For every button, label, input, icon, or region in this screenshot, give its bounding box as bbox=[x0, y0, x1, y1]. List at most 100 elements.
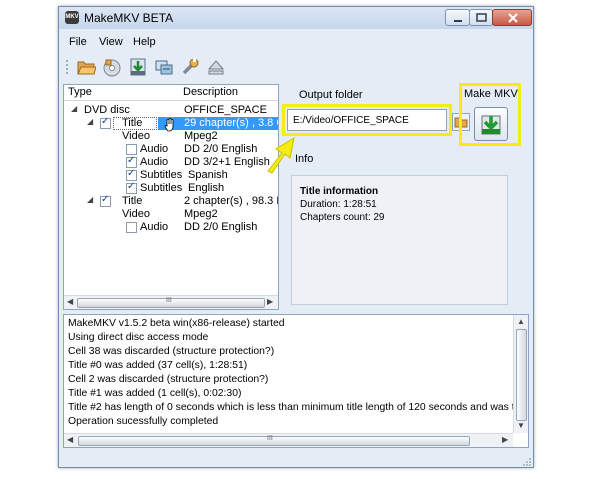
menu-help[interactable]: Help bbox=[133, 36, 156, 48]
preferences-button[interactable] bbox=[179, 56, 201, 78]
tree-type: Title bbox=[122, 195, 143, 207]
scroll-left-icon[interactable]: ◀ bbox=[67, 435, 73, 444]
window-title: MakeMKV BETA bbox=[84, 11, 174, 25]
log-line: Using direct disc access mode bbox=[68, 332, 209, 343]
tree-description: 29 chapter(s) , 3.8 GB bbox=[184, 117, 278, 129]
tree-horizontal-scrollbar[interactable]: ◀ III ▶ bbox=[64, 295, 278, 309]
log-line: Cell 2 was discarded (structure protecti… bbox=[68, 374, 269, 385]
scrollbar-thumb[interactable] bbox=[516, 329, 527, 421]
minimize-icon bbox=[454, 20, 462, 22]
info-heading: Title information bbox=[300, 186, 379, 197]
menu-view[interactable]: View bbox=[99, 36, 123, 48]
highlight-output-folder bbox=[282, 104, 452, 136]
tree-type: Audio bbox=[140, 221, 169, 233]
toolbar-grip-icon bbox=[66, 60, 68, 74]
track-checkbox[interactable] bbox=[126, 155, 137, 168]
tree-description: Mpeg2 bbox=[184, 208, 218, 220]
info-panel: Title information Duration: 1:28:51 Chap… bbox=[291, 175, 508, 305]
make-mkv-toolbar-button[interactable] bbox=[153, 56, 175, 78]
open-files-button[interactable] bbox=[75, 56, 97, 78]
open-disc-icon bbox=[103, 59, 121, 77]
tree-row[interactable]: Audio DD 3/2+1 English bbox=[64, 155, 278, 169]
log-horizontal-scrollbar[interactable]: ◀ III ▶ bbox=[64, 433, 513, 447]
tree-type: Video bbox=[122, 208, 150, 220]
tree-row[interactable]: Video Mpeg2 bbox=[64, 208, 278, 221]
expand-arrow-icon[interactable]: ◢ bbox=[87, 117, 93, 126]
column-header-description[interactable]: Description bbox=[183, 86, 238, 98]
tree-description: Spanish bbox=[188, 169, 228, 181]
log-panel[interactable]: MakeMKV v1.5.2 beta win(x86-release) sta… bbox=[63, 314, 529, 448]
column-header-type[interactable]: Type bbox=[68, 86, 92, 98]
menu-file[interactable]: File bbox=[69, 36, 87, 48]
tree-row[interactable]: Subtitles English bbox=[64, 181, 278, 195]
log-line: Operation sucessfully completed bbox=[68, 416, 219, 427]
tree-description: DD 2/0 English bbox=[184, 143, 258, 155]
backup-button[interactable] bbox=[127, 56, 149, 78]
close-button[interactable] bbox=[492, 9, 532, 26]
scrollbar-thumb[interactable]: III bbox=[78, 435, 470, 446]
makemkv-app-icon: MKV bbox=[65, 11, 79, 24]
tree-type: Title bbox=[122, 117, 143, 129]
preferences-icon bbox=[182, 58, 199, 75]
tree-type: DVD disc bbox=[84, 104, 130, 116]
title-checkbox[interactable] bbox=[100, 116, 111, 129]
tree-type: Subtitles bbox=[140, 182, 183, 194]
tree-row-selected[interactable]: ◢ Title 29 chapter(s) , 3.8 GB bbox=[64, 116, 278, 132]
highlight-make-mkv bbox=[459, 83, 521, 146]
disc-tree-panel[interactable]: Type Description ◢ DVD disc OFFICE_SPACE… bbox=[63, 84, 279, 310]
scrollbar-thumb[interactable]: III bbox=[77, 297, 265, 308]
expand-arrow-icon[interactable]: ◢ bbox=[87, 195, 93, 204]
tree-type: Video bbox=[122, 130, 150, 142]
info-duration: Duration: 1:28:51 bbox=[300, 199, 377, 210]
expand-arrow-icon[interactable]: ◢ bbox=[71, 104, 77, 113]
open-files-icon bbox=[77, 61, 96, 75]
track-checkbox[interactable] bbox=[126, 144, 137, 155]
eject-button[interactable] bbox=[205, 56, 227, 78]
tree-type: Subtitles bbox=[140, 169, 183, 181]
track-checkbox[interactable] bbox=[126, 222, 137, 233]
maximize-button[interactable] bbox=[469, 9, 493, 26]
scroll-right-icon[interactable]: ▶ bbox=[502, 435, 508, 444]
tree-description: 2 chapter(s) , 98.3 MB bbox=[184, 195, 278, 207]
log-line: MakeMKV v1.5.2 beta win(x86-release) sta… bbox=[68, 318, 285, 329]
close-icon bbox=[508, 13, 518, 23]
resize-grip-icon[interactable] bbox=[523, 457, 532, 466]
tree-row[interactable]: Subtitles Spanish bbox=[64, 168, 278, 182]
track-checkbox[interactable] bbox=[126, 168, 137, 181]
eject-icon bbox=[207, 60, 225, 75]
scrollbar-grip: III bbox=[166, 297, 172, 304]
scroll-right-icon[interactable]: ▶ bbox=[267, 297, 273, 306]
tree-type: Audio bbox=[140, 143, 169, 155]
tree-type: Audio bbox=[140, 156, 169, 168]
scroll-down-icon[interactable]: ▼ bbox=[517, 421, 525, 430]
scroll-up-icon[interactable]: ▲ bbox=[517, 317, 525, 326]
log-vertical-scrollbar[interactable]: ▲ ▼ bbox=[513, 315, 528, 433]
tree-row[interactable]: ◢ DVD disc OFFICE_SPACE bbox=[64, 104, 278, 117]
tree-header: Type Description bbox=[64, 85, 278, 101]
open-disc-button[interactable] bbox=[101, 56, 123, 78]
scroll-left-icon[interactable]: ◀ bbox=[67, 297, 73, 306]
tree-description: OFFICE_SPACE bbox=[184, 104, 267, 116]
title-bar: MKV MakeMKV BETA bbox=[59, 7, 533, 29]
tree-description: DD 2/0 English bbox=[184, 221, 258, 233]
toolbar bbox=[65, 56, 525, 80]
makemkv-window: MKV MakeMKV BETA File View Help Type Des… bbox=[58, 6, 534, 468]
log-line: Title #1 was added (1 cell(s), 0:02:30) bbox=[68, 388, 242, 399]
info-chapters: Chapters count: 29 bbox=[300, 212, 385, 223]
title-checkbox[interactable] bbox=[100, 194, 111, 207]
tree-row[interactable]: Video Mpeg2 bbox=[64, 130, 278, 143]
scrollbar-grip: III bbox=[267, 435, 273, 442]
tree-row[interactable]: Audio DD 2/0 English bbox=[64, 143, 278, 156]
tree-description: Mpeg2 bbox=[184, 130, 218, 142]
backup-icon bbox=[130, 58, 146, 76]
menu-bar: File View Help bbox=[59, 36, 533, 52]
annotation-arrow-icon bbox=[267, 136, 295, 174]
output-folder-label: Output folder bbox=[299, 89, 363, 101]
maximize-icon bbox=[476, 13, 487, 22]
make-mkv-icon bbox=[155, 60, 173, 75]
track-checkbox[interactable] bbox=[126, 181, 137, 194]
minimize-button[interactable] bbox=[445, 9, 470, 26]
tree-row[interactable]: Audio DD 2/0 English bbox=[64, 221, 278, 234]
log-line: Title #0 was added (37 cell(s), 1:28:51) bbox=[68, 360, 248, 371]
tree-row[interactable]: ◢ Title 2 chapter(s) , 98.3 MB bbox=[64, 194, 278, 208]
